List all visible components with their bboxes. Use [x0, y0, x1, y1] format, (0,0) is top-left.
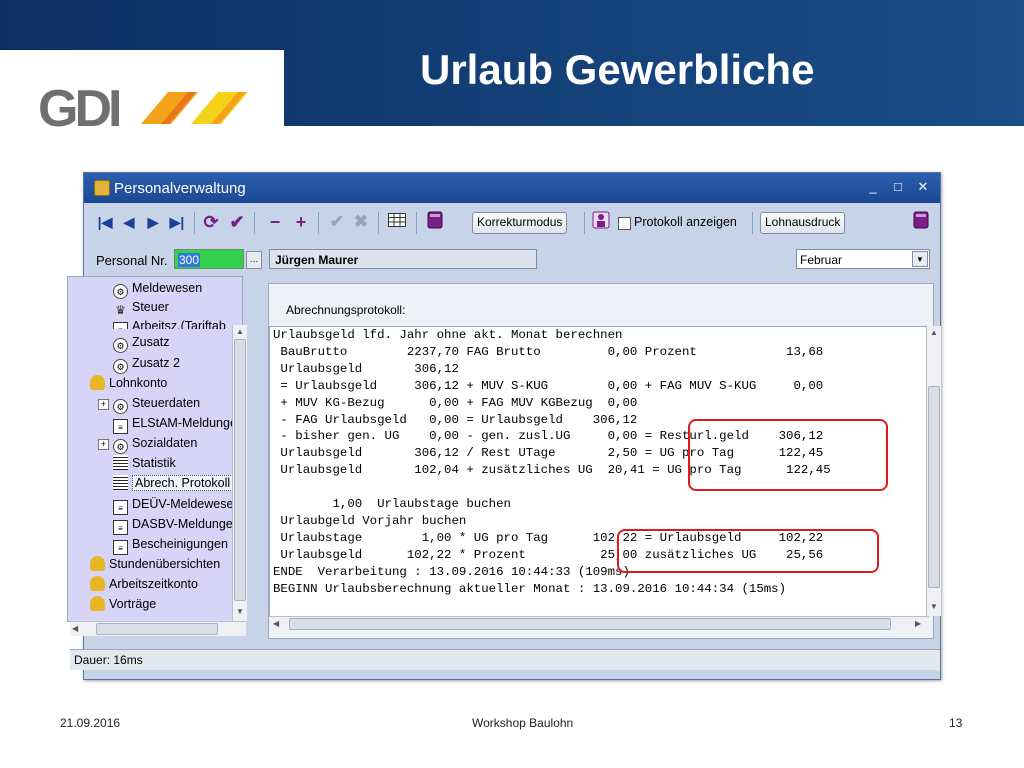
window-title: Personalverwaltung — [114, 180, 246, 197]
cancel-icon[interactable]: ✖ — [350, 211, 372, 233]
highlight-zusaetzliches-ug — [617, 529, 879, 573]
gear-icon: ⚙ — [113, 284, 128, 299]
logo-text: GDI — [38, 80, 119, 138]
protocol-horizontal-scrollbar[interactable]: ◀ ▶ — [269, 616, 929, 631]
personal-nr-input[interactable]: 300 — [174, 249, 244, 269]
app-icon — [94, 180, 110, 196]
book-icon[interactable] — [424, 211, 446, 233]
tree-item-arbeitsz[interactable]: ≡Arbeitsz.(Tariftab — [113, 317, 226, 329]
status-text: Dauer: 16ms — [74, 653, 143, 667]
tree-scroll-thumb[interactable] — [234, 339, 246, 601]
tree-item-steuerdaten[interactable]: + ⚙ Steuerdaten — [98, 394, 200, 414]
form-icon: ≡ — [113, 500, 128, 515]
personal-nr-label: Personal Nr. — [96, 253, 168, 268]
maximize-button[interactable]: □ — [889, 178, 907, 196]
refresh-icon[interactable]: ⟳ — [200, 211, 222, 233]
previous-record-icon[interactable]: ◀ — [118, 211, 140, 233]
people-icon — [90, 576, 105, 591]
tree-item-steuer[interactable]: ♛ Steuer — [113, 298, 169, 317]
tree-item-sozialdaten[interactable]: + ⚙ Sozialdaten — [98, 434, 197, 454]
abrechnungsprotokoll-label: Abrechnungsprotokoll: — [286, 303, 406, 317]
korrekturmodus-button[interactable]: Korrekturmodus — [472, 212, 568, 234]
eagle-icon: ♛ — [115, 303, 126, 317]
tree-item-meldewesen[interactable]: ⚙ Meldewesen — [113, 279, 202, 299]
window-titlebar[interactable]: Personalverwaltung _ □ ✕ — [84, 173, 940, 203]
next-record-icon[interactable]: ▶ — [142, 211, 164, 233]
toolbar: |◀ ◀ ▶ ▶| ⟳ ✔ − + ✔ ✖ Korrekturmodus Pro… — [88, 207, 936, 241]
last-record-icon[interactable]: ▶| — [166, 211, 188, 233]
gear-icon: ⚙ — [113, 439, 128, 454]
exit-book-icon[interactable] — [910, 211, 932, 233]
expand-icon[interactable]: + — [98, 399, 109, 410]
first-record-icon[interactable]: |◀ — [94, 211, 116, 233]
gear-icon: ⚙ — [113, 338, 128, 353]
chevron-down-icon[interactable]: ▼ — [912, 251, 928, 267]
people-icon — [90, 556, 105, 571]
navigation-tree: ⚙Meldewesen ♛Steuer ≡Arbeitsz.(Tariftab … — [67, 276, 243, 622]
toolbar-separator — [416, 212, 417, 234]
gdi-logo: GDI — [38, 80, 248, 138]
tree-item-zusatz[interactable]: ⚙ Zusatz — [113, 333, 170, 353]
person-flag-icon[interactable] — [590, 211, 612, 233]
month-value: Februar — [800, 253, 843, 267]
toolbar-separator — [378, 212, 379, 234]
grid-icon — [113, 455, 128, 470]
gear-icon: ⚙ — [113, 399, 128, 414]
personal-nr-value: 300 — [178, 253, 201, 267]
minimize-button[interactable]: _ — [864, 178, 882, 196]
form-icon: ≡ — [113, 520, 128, 535]
tree-item-dasbv[interactable]: ≡ DASBV-Meldunge — [113, 515, 233, 535]
protokoll-checkbox[interactable] — [618, 217, 631, 230]
protokoll-anzeigen-label[interactable]: Protokoll anzeigen — [634, 215, 737, 229]
employee-name-field: Jürgen Maurer — [269, 249, 537, 269]
form-icon: ≡ — [113, 419, 128, 434]
footer-title: Workshop Baulohn — [472, 716, 574, 730]
personalverwaltung-window: Personalverwaltung _ □ ✕ |◀ ◀ ▶ ▶| ⟳ ✔ −… — [67, 172, 941, 680]
tree-item-abrech-protokoll[interactable]: Abrech. Protokoll — [113, 474, 234, 493]
tree-item-lohnkonto[interactable]: Lohnkonto — [90, 374, 167, 393]
gear-icon: ⚙ — [113, 359, 128, 374]
slide-title: Urlaub Gewerbliche — [420, 46, 815, 93]
close-button[interactable]: ✕ — [914, 178, 932, 196]
protocol-hscroll-thumb[interactable] — [289, 618, 891, 630]
tree-item-bescheinigungen[interactable]: ≡ Bescheinigungen — [113, 535, 228, 555]
footer-page-number: 13 — [949, 716, 963, 730]
form-icon: ≡ — [113, 540, 128, 555]
grid-icon — [113, 475, 128, 490]
tree-item-elstam[interactable]: ≡ ELStAM-Meldunge — [113, 414, 237, 434]
status-bar: Dauer: 16ms — [70, 649, 940, 670]
form-icon: ≡ — [113, 322, 128, 329]
confirm-icon[interactable]: ✔ — [326, 211, 348, 233]
logo-area: GDI — [0, 50, 284, 158]
personal-nr-lookup-button[interactable]: … — [246, 251, 262, 269]
tree-item-arbeitszeitkonto[interactable]: Arbeitszeitkonto — [90, 575, 198, 594]
lohnausdruck-button[interactable]: Lohnausdruck — [760, 212, 846, 234]
add-record-icon[interactable]: + — [290, 211, 312, 233]
tree-item-statistik[interactable]: Statistik — [113, 454, 176, 473]
tree-horizontal-scrollbar[interactable]: ◀ — [70, 621, 246, 636]
table-icon[interactable] — [386, 211, 408, 233]
calculate-check-icon[interactable]: ✔ — [226, 211, 248, 233]
toolbar-separator — [752, 212, 753, 234]
month-select[interactable]: Februar ▼ — [796, 249, 930, 269]
toolbar-separator — [194, 212, 195, 234]
tree-item-zusatz-2[interactable]: ⚙ Zusatz 2 — [113, 354, 180, 374]
tree-item-deuev[interactable]: ≡ DEÜV-Meldewese — [113, 495, 233, 515]
toolbar-separator — [318, 212, 319, 234]
protocol-scroll-thumb[interactable] — [928, 386, 940, 588]
tree-hscroll-thumb[interactable] — [96, 623, 218, 635]
people-icon — [90, 596, 105, 611]
people-icon — [90, 375, 105, 390]
delete-record-icon[interactable]: − — [264, 211, 286, 233]
footer-date: 21.09.2016 — [60, 716, 121, 730]
tree-item-vortraege[interactable]: Vorträge — [90, 595, 156, 614]
highlight-ug-pro-tag — [688, 419, 888, 491]
toolbar-separator — [584, 212, 585, 234]
toolbar-separator — [254, 212, 255, 234]
expand-icon[interactable]: + — [98, 439, 109, 450]
protocol-vertical-scrollbar[interactable]: ▲ ▼ — [926, 326, 941, 616]
tree-item-stundenuebersichten[interactable]: Stundenübersichten — [90, 555, 220, 574]
tree-vertical-scrollbar[interactable]: ▲ ▼ — [232, 325, 247, 621]
